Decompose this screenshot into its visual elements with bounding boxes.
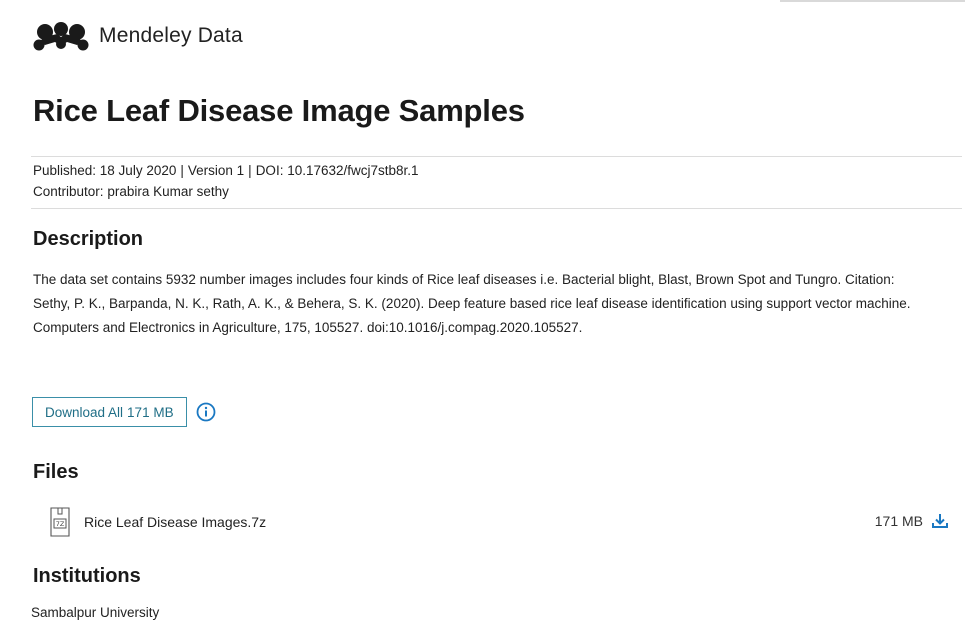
file-type-badge: 7Z — [56, 520, 65, 528]
contributor-name[interactable]: prabira Kumar sethy — [107, 184, 229, 199]
doi[interactable]: DOI: 10.17632/fwcj7stb8r.1 — [256, 163, 419, 178]
file-size: 171 MB — [874, 513, 923, 529]
file-item[interactable]: 7Z Rice Leaf Disease Images.7z 171 MB — [48, 506, 949, 538]
description-text: The data set contains 5932 number images… — [33, 272, 911, 335]
download-all-label: Download All — [45, 404, 124, 420]
mendeley-logo-icon[interactable] — [33, 20, 89, 52]
divider — [31, 156, 962, 157]
download-row: Download All 171 MB — [32, 397, 216, 427]
file-name[interactable]: Rice Leaf Disease Images.7z — [84, 514, 266, 530]
page: Mendeley Data Rice Leaf Disease Image Sa… — [0, 0, 965, 644]
divider — [31, 208, 962, 209]
institution-item[interactable]: Sambalpur University — [31, 605, 159, 620]
description-body: The data set contains 5932 number images… — [33, 268, 933, 340]
download-icon[interactable] — [931, 512, 949, 530]
separator: | — [248, 163, 252, 178]
dataset-title: Rice Leaf Disease Image Samples — [33, 93, 525, 128]
contributor-line: Contributor: prabira Kumar sethy — [33, 181, 419, 202]
published-date: Published: 18 July 2020 — [33, 163, 177, 178]
top-border — [0, 0, 965, 2]
download-all-size: 171 MB — [127, 404, 174, 420]
site-header: Mendeley Data — [33, 20, 243, 52]
description-heading: Description — [33, 228, 144, 250]
dataset-meta: Published: 18 July 2020 | Version 1 | DOI: 1… — [33, 160, 419, 202]
version: Version 1 — [187, 163, 245, 178]
files-heading: Files — [33, 461, 79, 483]
archive-file-icon: 7Z — [48, 507, 72, 537]
contributor-label: Contributor: — [33, 184, 104, 199]
brand-name[interactable]: Mendeley Data — [99, 24, 243, 48]
download-all-button[interactable]: Download All 171 MB — [32, 397, 187, 427]
separator: | — [180, 163, 184, 178]
publication-line: Published: 18 July 2020 | Version 1 | DOI: 1… — [33, 160, 419, 181]
institutions-heading: Institutions — [33, 565, 141, 587]
info-icon[interactable] — [196, 402, 216, 422]
file-actions: 171 MB — [875, 512, 949, 530]
